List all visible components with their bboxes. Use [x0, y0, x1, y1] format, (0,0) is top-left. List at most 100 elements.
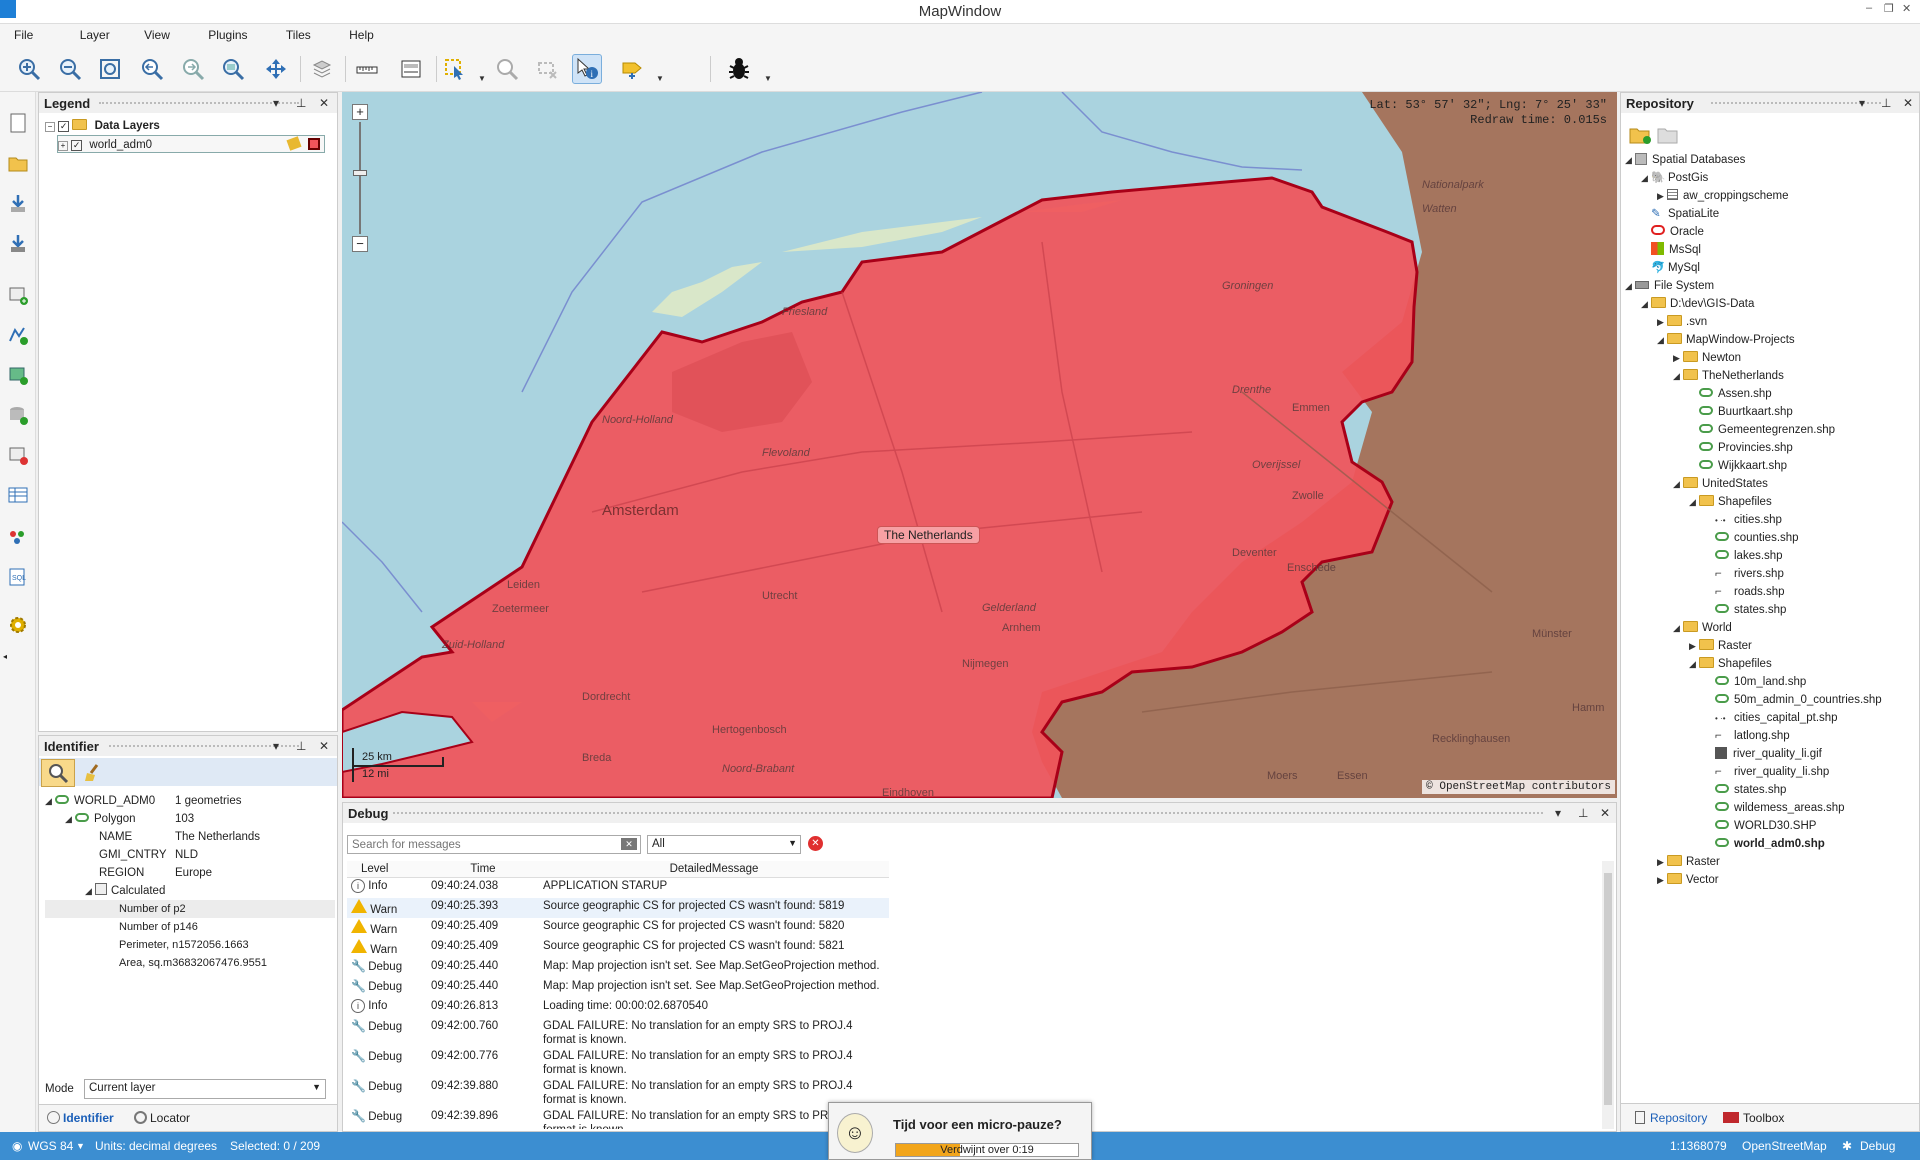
add-raster-layer-icon[interactable] — [5, 362, 31, 388]
clear-selection-icon[interactable] — [532, 54, 562, 84]
map-canvas[interactable] — [342, 92, 1617, 798]
identifier-menu-icon[interactable]: ▾ — [273, 739, 279, 753]
tree-item[interactable]: ◢ File System — [1625, 277, 1917, 295]
tree-folder[interactable]: ▶ Raster — [1625, 853, 1917, 871]
tree-folder[interactable]: ▶ Raster — [1625, 637, 1917, 655]
close-window-button[interactable]: ✕ — [1902, 2, 1911, 15]
micro-pause-popup[interactable]: ☺ Tijd voor een micro-pauze? Verdwijnt o… — [828, 1102, 1092, 1160]
debug-icon[interactable] — [724, 54, 754, 84]
clear-log-icon[interactable]: ✕ — [808, 836, 823, 851]
expand-arrow-icon[interactable]: ▶ — [1657, 187, 1667, 205]
zoom-slider-track[interactable] — [359, 122, 361, 234]
remove-folder-icon[interactable] — [1657, 125, 1681, 148]
tree-folder[interactable]: ◢ D:\dev\GIS-Data — [1625, 295, 1917, 313]
log-row[interactable]: 🔧 Debug 09:42:00.776 GDAL FAILURE: No tran… — [347, 1048, 889, 1078]
collapse-arrow-icon[interactable]: ◢ — [1673, 619, 1683, 637]
tree-item[interactable]: ⌐ roads.shp — [1625, 583, 1917, 601]
zoom-minus-button[interactable]: − — [352, 236, 368, 252]
log-row[interactable]: 🔧 Debug 09:42:39.896 GDAL FAILURE: No tran… — [347, 1108, 889, 1130]
legend-group-row[interactable]: − ✓ Data Layers — [45, 117, 335, 135]
tree-item[interactable]: Gemeentegrenzen.shp — [1625, 421, 1917, 439]
layer-checkbox[interactable]: ✓ — [71, 140, 83, 151]
legend-menu-icon[interactable]: ▾ — [273, 96, 279, 110]
debug-status[interactable]: Debug — [1860, 1139, 1895, 1153]
identifier-pin-icon[interactable]: ⊥ — [296, 739, 306, 753]
collapse-arrow-icon[interactable]: ◢ — [1657, 331, 1667, 349]
tree-item[interactable]: Buurtkaart.shp — [1625, 403, 1917, 421]
query-layer-icon[interactable]: SQL — [5, 564, 31, 590]
menu-tiles[interactable]: Tiles — [262, 24, 322, 42]
tab-locator[interactable]: Locator — [134, 1111, 190, 1125]
menu-layer[interactable]: Layer — [48, 24, 121, 42]
settings-gear-icon[interactable] — [5, 612, 31, 638]
label-dropdown-icon[interactable]: ▼ — [656, 74, 664, 83]
zoom-layer-icon[interactable] — [218, 54, 248, 84]
debug-log-table[interactable]: Level Time DetailedMessage i Info 09:40:2… — [347, 861, 1602, 1129]
tree-item[interactable]: river_quality_li.gif — [1625, 745, 1917, 763]
add-database-layer-icon[interactable] — [5, 402, 31, 428]
restore-button[interactable]: ❐ — [1884, 2, 1894, 15]
label-tag-icon[interactable] — [286, 136, 302, 151]
pan-icon[interactable] — [261, 54, 291, 84]
tree-item[interactable]: ⌐ latlong.shp — [1625, 727, 1917, 745]
scrollbar-thumb[interactable] — [1604, 873, 1612, 1105]
select-icon[interactable] — [440, 54, 470, 84]
result-layer-row[interactable]: ◢ WORLD_ADM0 1 geometries — [45, 792, 335, 810]
repository-close-icon[interactable]: ✕ — [1903, 96, 1913, 110]
col-time[interactable]: Time — [427, 861, 539, 878]
expand-arrow-icon[interactable]: ▶ — [1657, 871, 1667, 889]
zoom-next-icon[interactable] — [178, 54, 208, 84]
crs-dropdown-icon[interactable]: ▼ — [76, 1141, 85, 1151]
tree-folder[interactable]: ▶ .svn — [1625, 313, 1917, 331]
menu-view[interactable]: View — [124, 24, 181, 42]
tree-item[interactable]: ▶ aw_croppingscheme — [1625, 187, 1917, 205]
add-label-icon[interactable] — [617, 54, 647, 84]
identify-mode-icon[interactable] — [41, 759, 75, 787]
select-by-polygon-icon[interactable] — [492, 54, 522, 84]
tree-item[interactable]: world_adm0.shp — [1625, 835, 1917, 853]
debug-pin-icon[interactable]: ⊥ — [1578, 806, 1588, 820]
tree-item[interactable]: Oracle — [1625, 223, 1917, 241]
measure-distance-icon[interactable] — [352, 54, 382, 84]
tree-item[interactable]: 🐬 MySql — [1625, 259, 1917, 277]
tree-item[interactable]: WORLD30.SHP — [1625, 817, 1917, 835]
add-folder-icon[interactable] — [1629, 125, 1653, 148]
save-icon[interactable] — [5, 190, 31, 216]
tab-repository[interactable]: Repository — [1635, 1111, 1707, 1125]
tree-item[interactable]: states.shp — [1625, 601, 1917, 619]
tree-item[interactable]: MsSql — [1625, 241, 1917, 259]
debug-dropdown-icon[interactable]: ▼ — [764, 74, 772, 83]
collapse-arrow-icon[interactable]: ◢ — [1673, 475, 1683, 493]
log-row[interactable]: i Info 09:40:24.038 APPLICATION STARUP — [347, 878, 889, 898]
tree-item[interactable]: • ·• cities_capital_pt.shp — [1625, 709, 1917, 727]
tree-item[interactable]: 50m_admin_0_countries.shp — [1625, 691, 1917, 709]
menu-file[interactable]: File — [0, 24, 44, 42]
group-checkbox[interactable]: ✓ — [58, 121, 70, 132]
mode-select[interactable]: Current layer ▼ — [84, 1079, 326, 1099]
collapse-arrow-icon[interactable]: ◢ — [1689, 655, 1699, 673]
tree-item[interactable]: Assen.shp — [1625, 385, 1917, 403]
tree-item[interactable]: lakes.shp — [1625, 547, 1917, 565]
tree-folder[interactable]: ◢ TheNetherlands — [1625, 367, 1917, 385]
clear-results-brush-icon[interactable] — [83, 763, 103, 786]
log-row[interactable]: 🔧 Debug 09:42:39.880 GDAL FAILURE: No tran… — [347, 1078, 889, 1108]
legend-pin-icon[interactable]: ⊥ — [296, 96, 306, 110]
tab-identifier[interactable]: Identifier — [47, 1111, 114, 1125]
zoom-extent-icon[interactable] — [95, 54, 125, 84]
log-row[interactable]: Warn 09:40:25.409 Source geographic CS for… — [347, 918, 889, 938]
log-row[interactable]: Warn 09:40:25.393 Source geographic CS for… — [347, 897, 889, 918]
map-view[interactable]: + − Lat: 53° 57' 32"; Lng: 7° 25' 33" Re… — [342, 92, 1617, 798]
expand-toolbar-icon[interactable]: ◂ — [3, 652, 7, 661]
col-level[interactable]: Level — [347, 861, 427, 878]
log-row[interactable]: Warn 09:40:25.409 Source geographic CS for… — [347, 938, 889, 958]
clear-search-icon[interactable]: ✕ — [621, 838, 637, 850]
tree-item[interactable]: ⌐ river_quality_li.shp — [1625, 763, 1917, 781]
layer-symbol-swatch[interactable] — [308, 138, 320, 150]
repository-menu-icon[interactable]: ▾ — [1859, 96, 1865, 110]
col-message[interactable]: DetailedMessage — [539, 861, 889, 878]
log-row[interactable]: i Info 09:40:26.813 Loading time: 00:00:02… — [347, 998, 889, 1018]
zoom-previous-icon[interactable] — [137, 54, 167, 84]
tree-item[interactable]: states.shp — [1625, 781, 1917, 799]
save-as-icon[interactable] — [5, 230, 31, 256]
remove-layer-icon[interactable] — [5, 442, 31, 468]
